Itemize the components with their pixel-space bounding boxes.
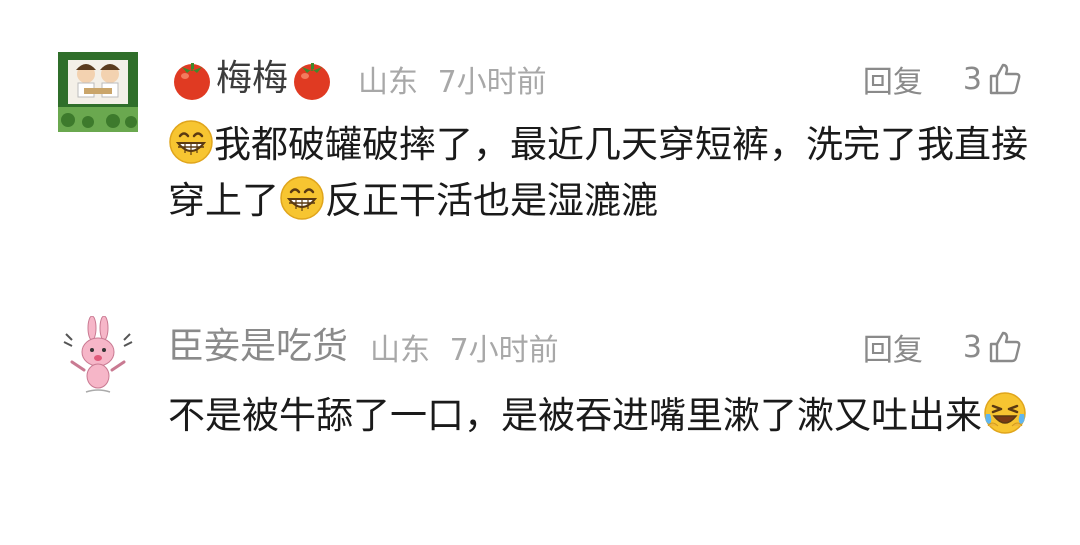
location: 山东 bbox=[370, 333, 431, 368]
thumbs-up-icon[interactable] bbox=[988, 62, 1022, 96]
comment-text: 不是被牛舔了一口，是被吞进嘴里漱了漱又吐出来 bbox=[168, 394, 982, 437]
comment-item: 臣妾是吃货 山东 7小时前 回复 3 不是被牛舔了一口，是被吞进嘴里漱了漱又吐出… bbox=[0, 290, 1080, 545]
comment-actions: 回复 3 bbox=[863, 322, 1022, 372]
tomato-icon bbox=[294, 63, 331, 100]
comment-item: 梅梅 山东 7小时前 回复 3 我都破罐破摔了，最近几天穿短裤，洗完了我直接穿上… bbox=[0, 0, 1080, 290]
username[interactable]: 臣妾是吃货 bbox=[168, 322, 348, 372]
reply-button[interactable]: 回复 bbox=[863, 57, 923, 101]
thumbs-up-icon[interactable] bbox=[988, 330, 1022, 364]
location: 山东 bbox=[358, 65, 419, 100]
comment-meta: 山东 7小时前 bbox=[358, 57, 547, 101]
grinning-emoji-icon bbox=[280, 176, 324, 220]
comment-header: 梅梅 山东 7小时前 bbox=[168, 54, 547, 104]
avatar[interactable] bbox=[58, 315, 138, 396]
like-count: 3 bbox=[962, 61, 982, 97]
timestamp: 7小时前 bbox=[437, 65, 547, 100]
tomato-icon bbox=[174, 63, 210, 100]
laughing-crying-emoji-icon bbox=[984, 392, 1026, 434]
grinning-emoji-icon bbox=[169, 120, 213, 164]
comment-actions: 回复 3 bbox=[863, 54, 1022, 104]
comment-header: 臣妾是吃货 山东 7小时前 bbox=[168, 322, 559, 372]
timestamp: 7小时前 bbox=[449, 333, 559, 368]
comment-meta: 山东 7小时前 bbox=[370, 325, 559, 369]
comment-body: 我都破罐破摔了，最近几天穿短裤，洗完了我直接穿上了 反正干活也是湿漉漉 bbox=[168, 117, 1028, 229]
comment-text: 反正干活也是湿漉漉 bbox=[325, 179, 658, 222]
reply-button[interactable]: 回复 bbox=[863, 325, 923, 369]
comment-body: 不是被牛舔了一口，是被吞进嘴里漱了漱又吐出来 bbox=[168, 388, 1028, 444]
username[interactable]: 梅梅 bbox=[216, 54, 288, 104]
like-count: 3 bbox=[962, 329, 982, 365]
avatar[interactable] bbox=[58, 52, 138, 132]
